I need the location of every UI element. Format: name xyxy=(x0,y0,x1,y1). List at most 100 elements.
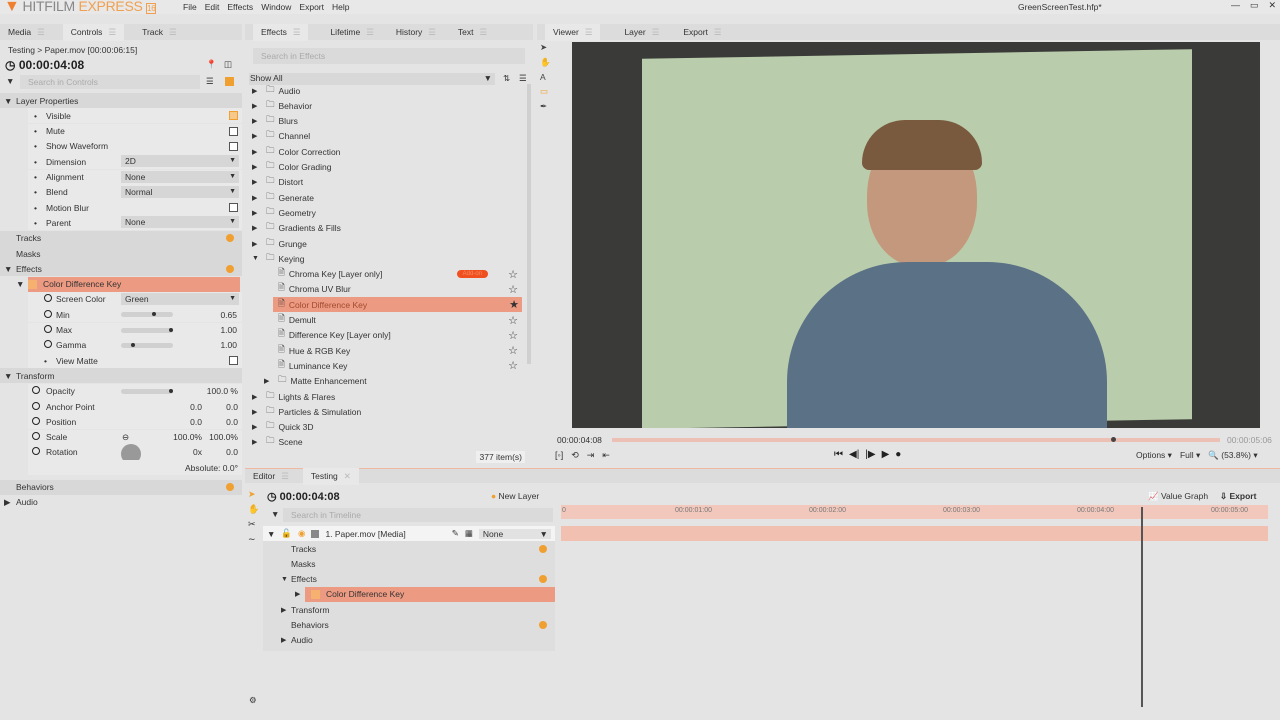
expand-icon[interactable]: ▶ xyxy=(252,408,262,416)
timeline-tree-item[interactable]: ▶ Transform xyxy=(263,602,555,617)
keyframe-icon[interactable] xyxy=(32,386,40,396)
panel-icon[interactable]: ◫ xyxy=(224,59,232,70)
keyframe-icon[interactable] xyxy=(32,447,40,457)
razor-tool-icon[interactable]: ✂ xyxy=(248,519,259,530)
video-preview[interactable] xyxy=(572,42,1260,428)
expand-icon[interactable]: ▼ xyxy=(4,96,16,106)
favorite-star-icon[interactable]: ☆ xyxy=(508,344,518,357)
collapse-icon[interactable]: ▼ xyxy=(281,576,288,583)
transform-row[interactable]: Position 0.0 0.0 xyxy=(28,414,242,430)
favorite-star-icon[interactable]: ☆ xyxy=(508,314,518,327)
effect-enabled-checkbox[interactable] xyxy=(311,589,320,599)
property-dropdown[interactable]: None xyxy=(121,216,239,229)
effects-scrollbar[interactable] xyxy=(527,84,531,364)
step-back-icon[interactable]: ◀| xyxy=(849,449,859,460)
property-dropdown[interactable]: Normal xyxy=(121,185,239,198)
record-icon[interactable]: ● xyxy=(895,449,901,460)
timeline-tree-item[interactable]: ▼ Effects xyxy=(263,572,555,587)
timeline-ruler[interactable]: 0 00:00:01:00 00:00:02:00 00:00:03:00 00:00:… xyxy=(561,505,1268,519)
effect-item[interactable]: 🗎 Color Difference Key ★ xyxy=(273,297,522,313)
close-button[interactable]: ✕ xyxy=(1268,0,1276,11)
checkbox[interactable] xyxy=(229,126,238,136)
timeline-playhead[interactable] xyxy=(1140,507,1143,707)
effect-folder[interactable]: ▶ 🗀 Behavior xyxy=(245,98,525,113)
transform-row[interactable]: Opacity 100.0 % xyxy=(28,383,242,399)
tab-media[interactable]: Media ☰ xyxy=(8,27,45,38)
property-row[interactable]: • Show Waveform xyxy=(28,138,242,154)
zoom-dropdown[interactable]: 🔍 (53.8%) ▾ xyxy=(1208,450,1257,461)
transform-section[interactable]: ▼ Transform xyxy=(0,368,242,384)
property-dropdown[interactable]: 2D xyxy=(121,155,239,168)
menu-export[interactable]: Export xyxy=(299,2,324,12)
effects-search-input[interactable]: Search in Effects xyxy=(253,48,525,64)
checkbox[interactable] xyxy=(229,141,238,151)
keyframe-icon[interactable] xyxy=(32,416,40,427)
skip-start-icon[interactable]: ⏮ xyxy=(834,449,843,460)
tab-menu-icon[interactable]: ☰ xyxy=(480,27,488,38)
color-difference-key-section[interactable]: ▼ Color Difference Key xyxy=(0,276,242,292)
expand-icon[interactable]: ▶ xyxy=(252,178,262,186)
add-icon[interactable] xyxy=(226,483,234,491)
effect-folder[interactable]: ▶ 🗀 Lights & Flares xyxy=(245,389,525,404)
tab-lifetime[interactable]: Lifetime ☰ xyxy=(330,27,373,38)
timeline-tree-item[interactable]: Masks xyxy=(263,556,555,571)
select-tool-icon[interactable]: ➤ xyxy=(540,42,551,53)
absolute-row[interactable]: Absolute: 0.0° xyxy=(28,460,242,476)
new-layer-button[interactable]: ● New Layer xyxy=(491,491,539,501)
expand-icon[interactable]: ▶ xyxy=(252,240,262,248)
expand-icon[interactable]: ▼ xyxy=(16,279,28,289)
maximize-button[interactable]: ▭ xyxy=(1250,0,1259,11)
property-slider[interactable] xyxy=(121,342,173,348)
tab-menu-icon[interactable]: ☰ xyxy=(169,27,177,38)
expand-icon[interactable]: ▶ xyxy=(264,377,274,385)
property-row[interactable]: Gamma 1.00 xyxy=(28,337,242,353)
tab-menu-icon[interactable]: ☰ xyxy=(652,27,660,38)
property-row[interactable]: • Blend Normal xyxy=(28,184,242,200)
effect-folder[interactable]: ▶ 🗀 Color Correction xyxy=(245,144,525,159)
opacity-slider[interactable] xyxy=(121,388,173,394)
property-row[interactable]: • Visible xyxy=(28,108,242,124)
effect-folder[interactable]: ▶ 🗀 Quick 3D xyxy=(245,420,525,435)
keyframe-icon[interactable] xyxy=(32,401,40,412)
timeline-search-input[interactable]: Search in Timeline xyxy=(283,508,553,522)
audio-section[interactable]: ▶ Audio xyxy=(0,495,242,510)
expand-icon[interactable]: ▶ xyxy=(281,636,286,644)
tab-controls[interactable]: Controls ☰ xyxy=(62,23,125,41)
effect-folder[interactable]: ▶ 🗀 Grunge xyxy=(245,236,525,251)
export-button[interactable]: ⇩ Export xyxy=(1220,491,1256,502)
effect-folder[interactable]: ▶ 🗀 Blurs xyxy=(245,114,525,129)
edit-icon[interactable]: ✎ xyxy=(452,528,459,539)
link-icon[interactable]: ⊖ xyxy=(122,432,129,443)
effect-folder[interactable]: ▶ 🗀 Distort xyxy=(245,175,525,190)
timeline-tree-item[interactable]: ▶ Color Difference Key xyxy=(295,586,555,602)
tab-menu-icon[interactable]: ☰ xyxy=(714,27,722,38)
expand-icon[interactable]: ▶ xyxy=(252,132,262,140)
viewer-scrubber[interactable] xyxy=(612,437,1220,442)
expand-icon[interactable]: ▶ xyxy=(252,102,262,110)
step-forward-icon[interactable]: |▶ xyxy=(865,449,875,460)
menu-help[interactable]: Help xyxy=(332,2,349,12)
keyframe-icon[interactable] xyxy=(32,432,40,442)
effect-item[interactable]: 🗎 Chroma Key [Layer only] Add-on ☆ xyxy=(245,267,525,282)
property-row[interactable]: • View Matte xyxy=(28,353,242,369)
property-slider[interactable] xyxy=(121,327,173,333)
collapse-icon[interactable]: ▼ xyxy=(252,255,262,262)
collapse-icon[interactable]: ▼ xyxy=(267,529,275,539)
addon-badge[interactable]: Add-on xyxy=(456,270,488,279)
text-tool-icon[interactable]: A xyxy=(540,72,551,82)
effect-folder[interactable]: ▼ 🗀 Keying xyxy=(245,251,525,266)
favorite-star-icon[interactable]: ☆ xyxy=(508,359,518,372)
quality-dropdown[interactable]: Full ▾ xyxy=(1180,450,1200,461)
tab-effects[interactable]: Effects ☰ xyxy=(253,23,309,41)
property-row[interactable]: • Parent None xyxy=(28,215,242,231)
tracks-section[interactable]: Tracks xyxy=(0,230,242,246)
loop-icon[interactable]: ⟲ xyxy=(571,450,579,461)
tab-menu-icon[interactable]: ☰ xyxy=(428,27,436,38)
hand-tool-icon[interactable]: ✋ xyxy=(540,57,551,68)
tab-layer[interactable]: Layer ☰ xyxy=(624,27,659,38)
property-row[interactable]: Screen Color Green xyxy=(28,291,242,307)
favorite-star-icon[interactable]: ☆ xyxy=(508,283,518,296)
tab-track[interactable]: Track ☰ xyxy=(142,27,177,38)
tab-testing[interactable]: Testing ✕ xyxy=(302,467,359,485)
timeline-tree-item[interactable]: ▶ Audio xyxy=(263,633,555,648)
